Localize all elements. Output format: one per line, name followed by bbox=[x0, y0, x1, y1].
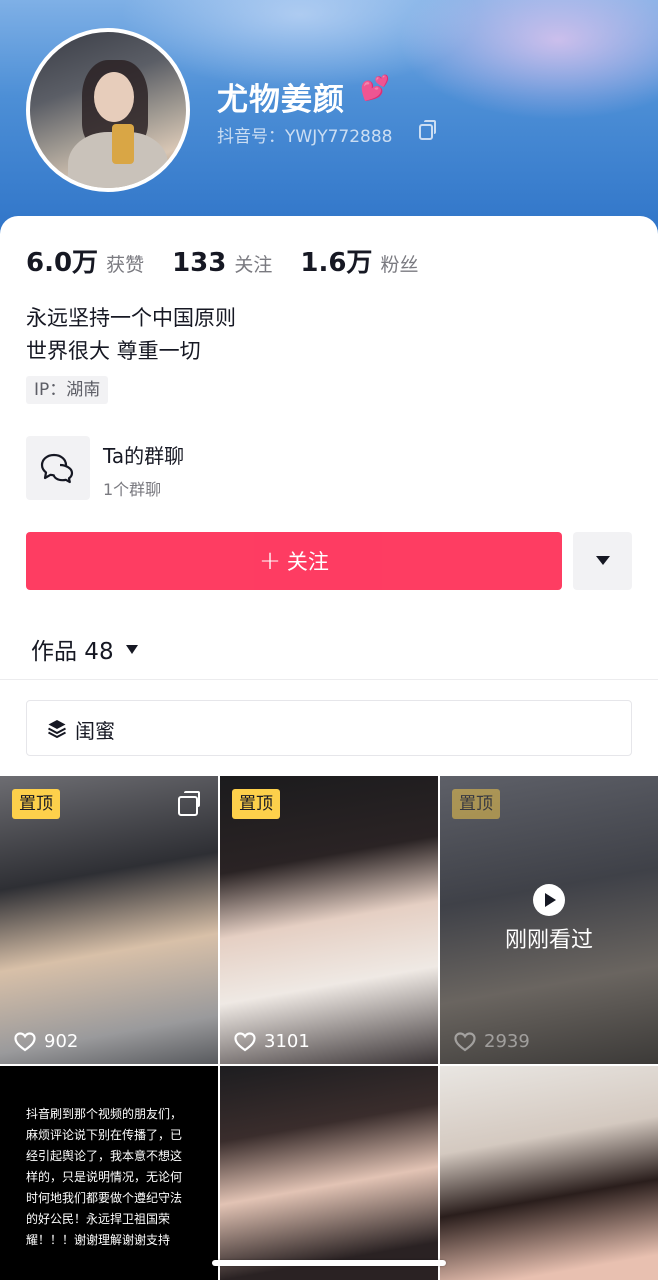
stat-likes[interactable]: 6.0万 获赞 bbox=[26, 242, 144, 279]
divider bbox=[0, 679, 658, 680]
like-count-value: 3101 bbox=[264, 1031, 310, 1052]
bio-line: 世界很大 尊重一切 bbox=[26, 339, 201, 363]
heart-outline-icon bbox=[234, 1031, 256, 1051]
douyin-id: 抖音号：YWJY772888 bbox=[217, 127, 393, 147]
caret-down-icon bbox=[125, 644, 138, 654]
stat-following[interactable]: 133 关注 bbox=[172, 248, 272, 278]
video-thumbnail[interactable] bbox=[220, 1066, 438, 1280]
stat-label: 获赞 bbox=[106, 254, 145, 276]
ip-location-tag: IP：湖南 bbox=[26, 376, 109, 404]
video-thumbnail[interactable]: 置顶 3101 bbox=[220, 776, 438, 1064]
pinned-badge: 置顶 bbox=[452, 789, 500, 819]
stat-followers[interactable]: 1.6万 粉丝 bbox=[300, 242, 418, 279]
avatar-drink bbox=[112, 124, 134, 164]
stat-value: 6.0万 bbox=[26, 248, 99, 278]
copy-icon[interactable] bbox=[419, 120, 436, 140]
video-thumbnail[interactable]: 置顶 902 bbox=[0, 776, 218, 1064]
avatar[interactable] bbox=[26, 28, 190, 192]
bio-line: 永远坚持一个中国原则 bbox=[26, 306, 236, 330]
heart-emoji-icon: 💕 bbox=[360, 74, 390, 102]
recently-watched-overlay: 刚刚看过 bbox=[440, 884, 658, 954]
like-count-value: 902 bbox=[44, 1031, 79, 1052]
collection-label: 闺蜜 bbox=[75, 719, 115, 743]
like-count: 902 bbox=[14, 1031, 78, 1052]
plus-icon: + bbox=[259, 546, 281, 576]
group-chat-entry[interactable]: Ta的群聊 1个群聊 bbox=[26, 436, 632, 500]
video-thumbnail[interactable]: 抖音刷到那个视频的朋友们，麻烦评论说下别在传播了，已经引起舆论了，我本意不想这样… bbox=[0, 1066, 218, 1280]
group-chat-title: Ta的群聊 bbox=[103, 444, 185, 468]
pinned-badge: 置顶 bbox=[232, 789, 280, 819]
follow-button[interactable]: + 关注 bbox=[26, 532, 562, 590]
video-thumbnail[interactable] bbox=[440, 1066, 658, 1280]
like-count-value: 2939 bbox=[484, 1031, 530, 1052]
heart-outline-icon bbox=[14, 1031, 36, 1051]
multi-image-icon bbox=[178, 791, 200, 816]
video-thumbnail[interactable]: 置顶 刚刚看过 2939 bbox=[440, 776, 658, 1064]
avatar-face bbox=[94, 72, 134, 122]
home-indicator[interactable] bbox=[212, 1260, 446, 1266]
collection-entry[interactable]: 闺蜜 bbox=[26, 700, 632, 756]
recently-watched-label: 刚刚看过 bbox=[504, 928, 593, 953]
group-chat-icon-box bbox=[26, 436, 90, 500]
heart-outline-icon bbox=[454, 1031, 476, 1051]
stat-label: 粉丝 bbox=[380, 254, 419, 276]
stat-value: 1.6万 bbox=[300, 248, 373, 278]
profile-header: 尤物姜颜 💕 抖音号：YWJY772888 bbox=[0, 0, 658, 240]
like-count: 2939 bbox=[454, 1031, 530, 1052]
pinned-badge: 置顶 bbox=[12, 789, 60, 819]
bio: 永远坚持一个中国原则 世界很大 尊重一切 bbox=[26, 302, 236, 368]
more-options-button[interactable] bbox=[573, 532, 632, 590]
stats-row: 6.0万 获赞 133 关注 1.6万 粉丝 bbox=[26, 242, 446, 279]
works-tab-label: 作品 48 bbox=[31, 639, 114, 665]
play-icon bbox=[533, 884, 565, 916]
nickname: 尤物姜颜 bbox=[217, 82, 345, 118]
caret-down-icon bbox=[596, 556, 610, 565]
video-grid: 置顶 902 置顶 3101 置顶 刚刚看过 2939 抖音刷到那个视频的朋友们… bbox=[0, 776, 658, 1280]
notice-text: 抖音刷到那个视频的朋友们，麻烦评论说下别在传播了，已经引起舆论了，我本意不想这样… bbox=[26, 1107, 183, 1247]
group-chat-subtitle: 1个群聊 bbox=[103, 480, 162, 499]
like-count: 3101 bbox=[234, 1031, 310, 1052]
stat-label: 关注 bbox=[234, 254, 273, 276]
tab-works[interactable]: 作品 48 bbox=[31, 632, 138, 666]
layers-icon bbox=[48, 720, 66, 738]
chat-bubble-icon bbox=[40, 453, 74, 484]
follow-button-label: 关注 bbox=[286, 550, 329, 574]
stat-value: 133 bbox=[172, 248, 227, 278]
